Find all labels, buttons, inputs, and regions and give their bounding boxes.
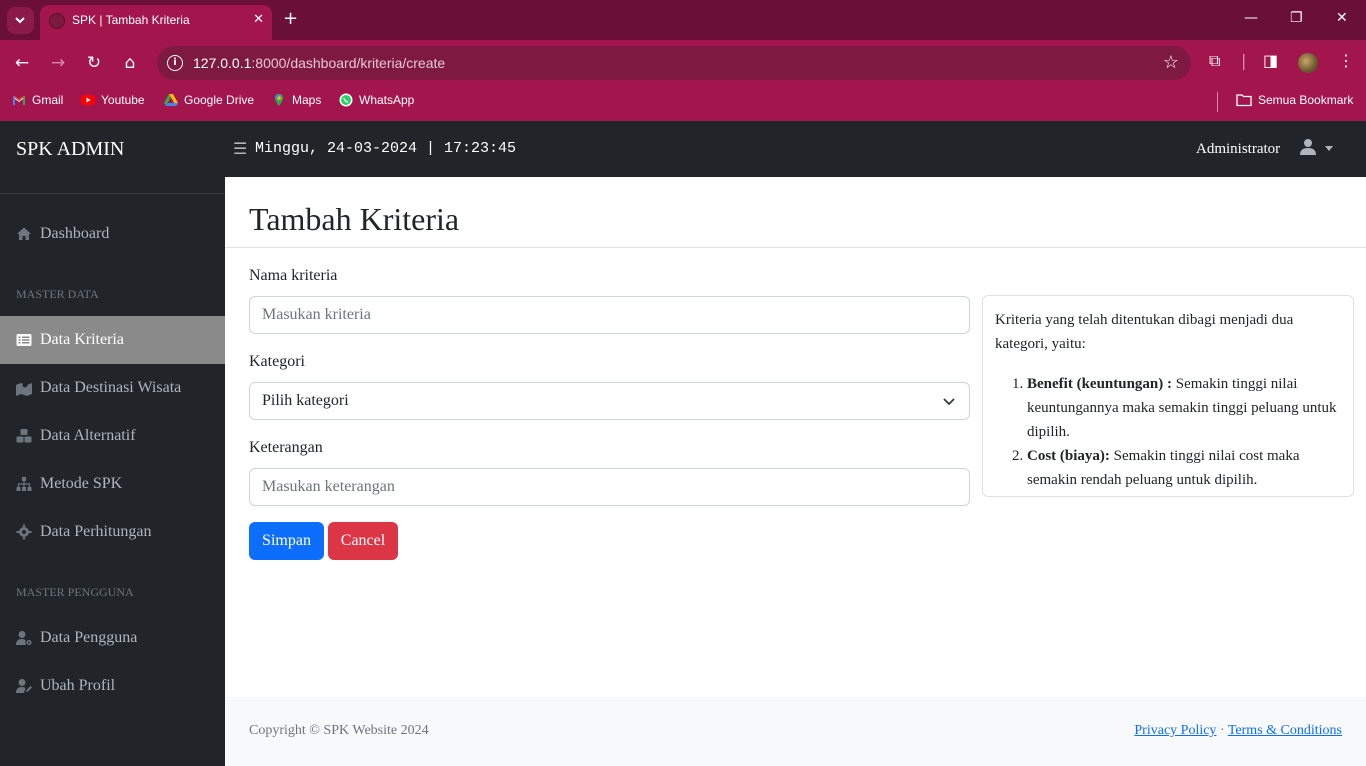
forward-icon[interactable]: → [47,52,69,74]
site-info-icon[interactable]: i [167,55,183,71]
chevron-down-icon [15,17,25,24]
sidebar-item-data-perhitungan[interactable]: Data Perhitungan [0,508,225,556]
tab-title: SPK | Tambah Kriteria [72,13,190,27]
youtube-icon [81,95,95,105]
sidebar-item-dashboard[interactable]: Dashboard [0,210,225,258]
user-name: Administrator [1196,141,1281,157]
browser-tab[interactable]: SPK | Tambah Kriteria ✕ [40,5,272,40]
footer-separator: · [1219,723,1225,738]
home-icon [17,227,31,240]
save-button[interactable]: Simpan [249,522,324,560]
address-bar[interactable]: i 127.0.0.1:8000/dashboard/kriteria/crea… [157,46,1191,80]
category-list: Benefit (keuntungan) : Semakin tinggi ni… [995,372,1341,492]
keterangan-input[interactable]: Masukan keterangan [249,468,970,506]
bookmark-google-drive[interactable]: Google Drive [164,93,254,107]
keterangan-placeholder: Masukan keterangan [262,478,395,495]
brand-title[interactable]: SPK ADMIN [16,138,124,161]
sidebar-item-data-pengguna[interactable]: Data Pengguna [0,614,225,662]
info-intro: Kriteria yang telah ditentukan dibagi me… [995,312,1294,352]
extensions-icon[interactable]: ⧉ [1209,51,1220,71]
app-topnav: SPK ADMIN ☰ Minggu, 24-03-2024 | 17:23:4… [0,121,1366,177]
sidebar-item-data-destinasi-wisata[interactable]: Data Destinasi Wisata [0,364,225,412]
sidebar-item-label: Data Kriteria [40,331,124,348]
profile-avatar[interactable] [1298,53,1318,73]
sidebar-item-label: Data Alternatif [40,427,136,444]
window-close-icon[interactable]: ✕ [1336,10,1348,26]
back-icon[interactable]: ← [11,52,33,74]
chevron-down-icon [943,398,955,406]
side-panel-icon[interactable]: ◨ [1263,51,1278,70]
bookmark-maps[interactable]: Maps [272,93,321,107]
url-text: 127.0.0.1:8000/dashboard/kriteria/create [193,55,446,71]
favicon-icon [49,13,65,29]
sitemap-icon [16,477,32,491]
keterangan-label: Keterangan [249,439,323,456]
sidebar-item-label: Dashboard [40,225,110,242]
bookmark-star-icon[interactable]: ☆ [1163,52,1179,73]
cancel-button[interactable]: Cancel [328,522,398,560]
nama-kriteria-input[interactable]: Masukan kriteria [249,296,970,334]
user-edit-icon [16,679,32,693]
sidebar-toggle-icon[interactable]: ☰ [233,139,247,158]
whatsapp-icon [339,93,353,107]
google-drive-icon [164,94,178,106]
sidebar-item-label: Data Destinasi Wisata [40,379,182,396]
gear-icon [16,524,32,540]
sidebar-item-data-kriteria[interactable]: Data Kriteria [0,316,225,364]
nama-kriteria-placeholder: Masukan kriteria [262,306,371,323]
sidebar-heading-master-pengguna: MASTER PENGGUNA [16,585,134,599]
all-bookmarks-folder[interactable]: Semua Bookmark [1236,93,1353,107]
toolbar-divider: | [1241,51,1247,70]
kategori-label: Kategori [249,353,305,370]
bookmarks-divider [1217,92,1218,112]
footer-links: Privacy Policy · Terms & Conditions [1134,723,1342,739]
user-cog-icon [16,631,32,645]
sidebar-item-label: Data Perhitungan [40,523,152,540]
nama-kriteria-label: Nama kriteria [249,267,338,284]
date-time-display: Minggu, 24-03-2024 | 17:23:45 [255,140,517,157]
sidebar-item-data-alternatif[interactable]: Data Alternatif [0,412,225,460]
criteria-info-card: Kriteria yang telah ditentukan dibagi me… [982,295,1354,497]
page-title: Tambah Kriteria [249,201,460,237]
title-divider [225,247,1366,248]
bookmark-whatsapp[interactable]: WhatsApp [339,93,414,107]
minimize-icon[interactable]: — [1244,10,1258,26]
kategori-select[interactable]: Pilih kategori [249,382,970,420]
list-icon [16,334,32,346]
maps-pin-icon [275,94,283,106]
browser-toolbar: ← → ↻ ⌂ i 127.0.0.1:8000/dashboard/krite… [0,40,1366,86]
kategori-selected-value: Pilih kategori [262,392,349,409]
terms-link[interactable]: Terms & Conditions [1228,723,1342,738]
gmail-icon [13,96,25,105]
sidebar-item-label: Data Pengguna [40,629,138,646]
bookmarks-bar: Gmail Youtube Google Drive Maps WhatsApp… [0,86,1366,121]
user-icon[interactable] [1299,138,1317,156]
folder-icon [1236,94,1252,107]
bookmark-youtube[interactable]: Youtube [81,93,145,107]
page-footer: Copyright © SPK Website 2024 Privacy Pol… [225,697,1366,766]
bookmark-gmail[interactable]: Gmail [12,93,63,107]
sidebar-item-ubah-profil[interactable]: Ubah Profil [0,662,225,710]
sidebar-divider [0,193,225,194]
close-tab-icon[interactable]: ✕ [253,12,264,27]
list-item-benefit: Benefit (keuntungan) : Semakin tinggi ni… [1027,372,1341,444]
new-tab-icon[interactable]: + [283,8,298,30]
sidebar-heading-master-data: MASTER DATA [16,287,99,301]
copyright-text: Copyright © SPK Website 2024 [249,723,429,738]
menu-kebab-icon[interactable]: ⋮ [1338,51,1354,70]
sidebar-item-label: Ubah Profil [40,677,116,694]
browser-tabbar: SPK | Tambah Kriteria ✕ + — ❐ ✕ [0,0,1366,40]
privacy-policy-link[interactable]: Privacy Policy [1134,723,1216,738]
cubes-icon [16,429,32,443]
map-marked-icon [16,382,32,396]
sidebar-item-metode-spk[interactable]: Metode SPK [0,460,225,508]
tab-search-button[interactable] [7,7,34,34]
restore-icon[interactable]: ❐ [1290,10,1303,26]
user-dropdown-caret-icon[interactable] [1325,146,1333,151]
reload-icon[interactable]: ↻ [83,52,105,74]
home-icon[interactable]: ⌂ [119,52,141,74]
list-item-cost: Cost (biaya): Semakin tinggi nilai cost … [1027,444,1341,492]
sidebar-item-label: Metode SPK [40,475,123,492]
